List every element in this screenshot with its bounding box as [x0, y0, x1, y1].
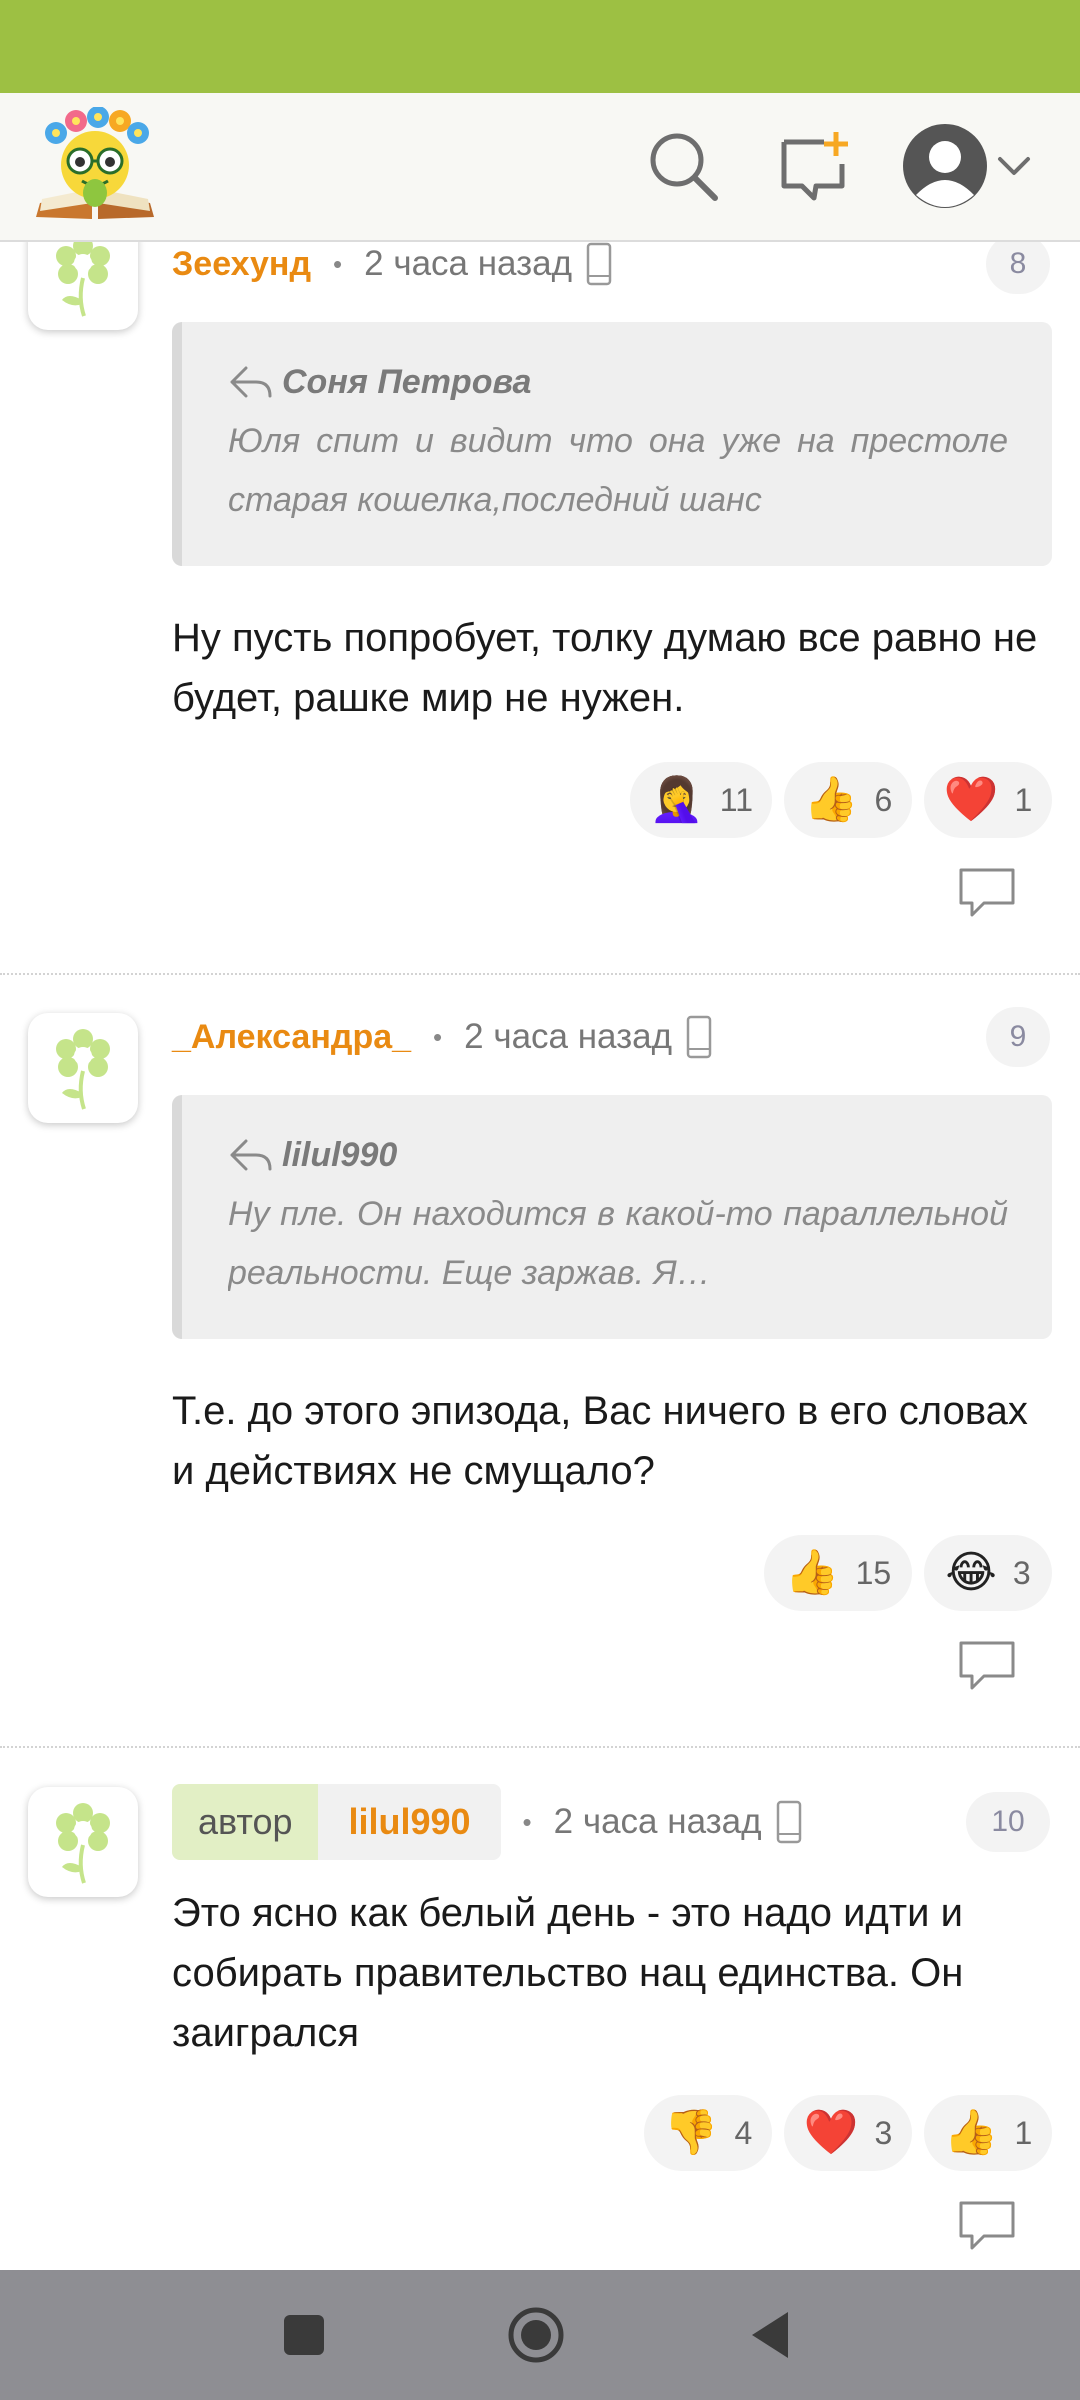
- reaction-count: 11: [719, 781, 753, 818]
- comment-number[interactable]: 8: [986, 240, 1050, 294]
- avatar[interactable]: [28, 1013, 138, 1123]
- separator-dot: •: [433, 1021, 443, 1052]
- author-name: lilul990: [318, 1784, 501, 1860]
- comment-meta: Зеехунд • 2 часа назад: [172, 240, 612, 294]
- quote-block[interactable]: lilul990 Ну пле. Он находится в какой-то…: [172, 1095, 1052, 1339]
- thumbs-up-icon: 👍: [784, 1548, 840, 1597]
- timestamp: 2 часа назад: [364, 244, 573, 283]
- back-icon[interactable]: [748, 2310, 792, 2360]
- reply-arrow-icon: [230, 1139, 272, 1171]
- heart-icon: ❤️: [943, 775, 999, 824]
- flower-avatar-icon: [56, 1803, 110, 1884]
- reply-comment-icon[interactable]: [958, 867, 1016, 917]
- reply-comment-icon[interactable]: [958, 1640, 1016, 1690]
- site-logo[interactable]: [32, 107, 158, 225]
- comment-number[interactable]: 9: [986, 1007, 1050, 1067]
- recent-apps-icon[interactable]: [282, 2313, 326, 2357]
- reactions-bar: 🤦‍♀️ 11 👍 6 ❤️ 1: [618, 762, 1052, 838]
- reaction-count: 3: [874, 2114, 893, 2151]
- comment-divider: [0, 1746, 1080, 1748]
- timestamp: 2 часа назад: [553, 1802, 762, 1841]
- comments-list: Зеехунд • 2 часа назад 8 Соня Петрова Юл…: [0, 240, 1080, 2270]
- author-tag: автор: [172, 1784, 319, 1860]
- heart-icon: ❤️: [803, 2108, 859, 2157]
- search-icon[interactable]: [645, 128, 721, 204]
- comment-text: Это ясно как белый день - это надо идти …: [172, 1891, 964, 2055]
- system-nav-bar: [0, 2270, 1080, 2400]
- comment-meta: _Александра_ • 2 часа назад: [172, 1007, 712, 1067]
- quote-text: Ну пле. Он находится в какой-то параллел…: [228, 1195, 1008, 1292]
- comment-number[interactable]: 10: [966, 1792, 1050, 1852]
- avatar[interactable]: [28, 240, 138, 330]
- mobile-device-icon: [776, 1800, 801, 1844]
- user-avatar-icon[interactable]: [900, 121, 990, 211]
- quote-author: Соня Петрова: [282, 362, 532, 401]
- separator-dot: •: [522, 1806, 532, 1837]
- reaction-facepalm[interactable]: 🤦‍♀️ 11: [630, 762, 772, 838]
- separator-dot: •: [333, 248, 343, 279]
- quote-header: Соня Петрова: [228, 358, 1008, 406]
- home-icon[interactable]: [506, 2305, 566, 2365]
- quote-header: lilul990: [228, 1131, 1008, 1179]
- reaction-count: 6: [874, 781, 893, 818]
- reaction-heart[interactable]: ❤️ 1: [924, 762, 1052, 838]
- comment-text: Ну пусть попробует, толку думаю все равн…: [172, 616, 1038, 720]
- reaction-thumbs-up[interactable]: 👍 15: [764, 1535, 912, 1611]
- new-post-icon[interactable]: [776, 128, 852, 204]
- mobile-device-icon: [686, 1015, 712, 1059]
- reaction-count: 1: [1014, 2114, 1033, 2151]
- reaction-count: 1: [1014, 781, 1033, 818]
- quote-block[interactable]: Соня Петрова Юля спит и видит что она уж…: [172, 322, 1052, 566]
- author-name[interactable]: Зеехунд: [172, 245, 311, 284]
- reaction-count: 3: [1012, 1554, 1031, 1591]
- reaction-heart[interactable]: ❤️ 3: [784, 2095, 912, 2171]
- quote-author: lilul990: [282, 1135, 398, 1174]
- thumbs-up-icon: 👍: [803, 775, 859, 824]
- avatar[interactable]: [28, 1787, 138, 1897]
- flower-avatar-icon: [56, 1029, 110, 1110]
- timestamp: 2 часа назад: [464, 1017, 673, 1056]
- reaction-count: 4: [734, 2114, 753, 2151]
- author-badge[interactable]: автор lilul990: [172, 1784, 501, 1860]
- comment-meta: автор lilul990 • 2 часа назад: [172, 1784, 802, 1860]
- reaction-thumbs-down[interactable]: 👎 4: [644, 2095, 772, 2171]
- flower-avatar-icon: [56, 240, 110, 317]
- comment-divider: [0, 973, 1080, 975]
- quote-text: Юля спит и видит что она уже на престоле…: [228, 422, 1008, 519]
- mobile-device-icon: [586, 242, 612, 286]
- thumbs-down-icon: 👎: [663, 2108, 719, 2157]
- reaction-count: 15: [855, 1554, 892, 1591]
- thumbs-up-icon: 👍: [943, 2108, 999, 2157]
- reactions-bar: 👎 4 ❤️ 3 👍 1: [632, 2095, 1052, 2171]
- status-bar: [0, 0, 1080, 93]
- comment-text: Т.е. до этого эпизода, Вас ничего в его …: [172, 1389, 1028, 1493]
- chevron-down-icon[interactable]: [994, 151, 1034, 181]
- facepalm-icon: 🤦‍♀️: [648, 775, 704, 824]
- reply-comment-icon[interactable]: [958, 2200, 1016, 2250]
- reaction-thumbs-up[interactable]: 👍 6: [784, 762, 912, 838]
- reaction-thumbs-up[interactable]: 👍 1: [924, 2095, 1052, 2171]
- laughing-icon: 😂: [945, 1548, 997, 1597]
- app-header: [0, 93, 1080, 242]
- reply-arrow-icon: [230, 366, 272, 398]
- reaction-laughing[interactable]: 😂 3: [924, 1535, 1052, 1611]
- author-name[interactable]: _Александра_: [172, 1018, 411, 1057]
- reactions-bar: 👍 15 😂 3: [752, 1535, 1052, 1611]
